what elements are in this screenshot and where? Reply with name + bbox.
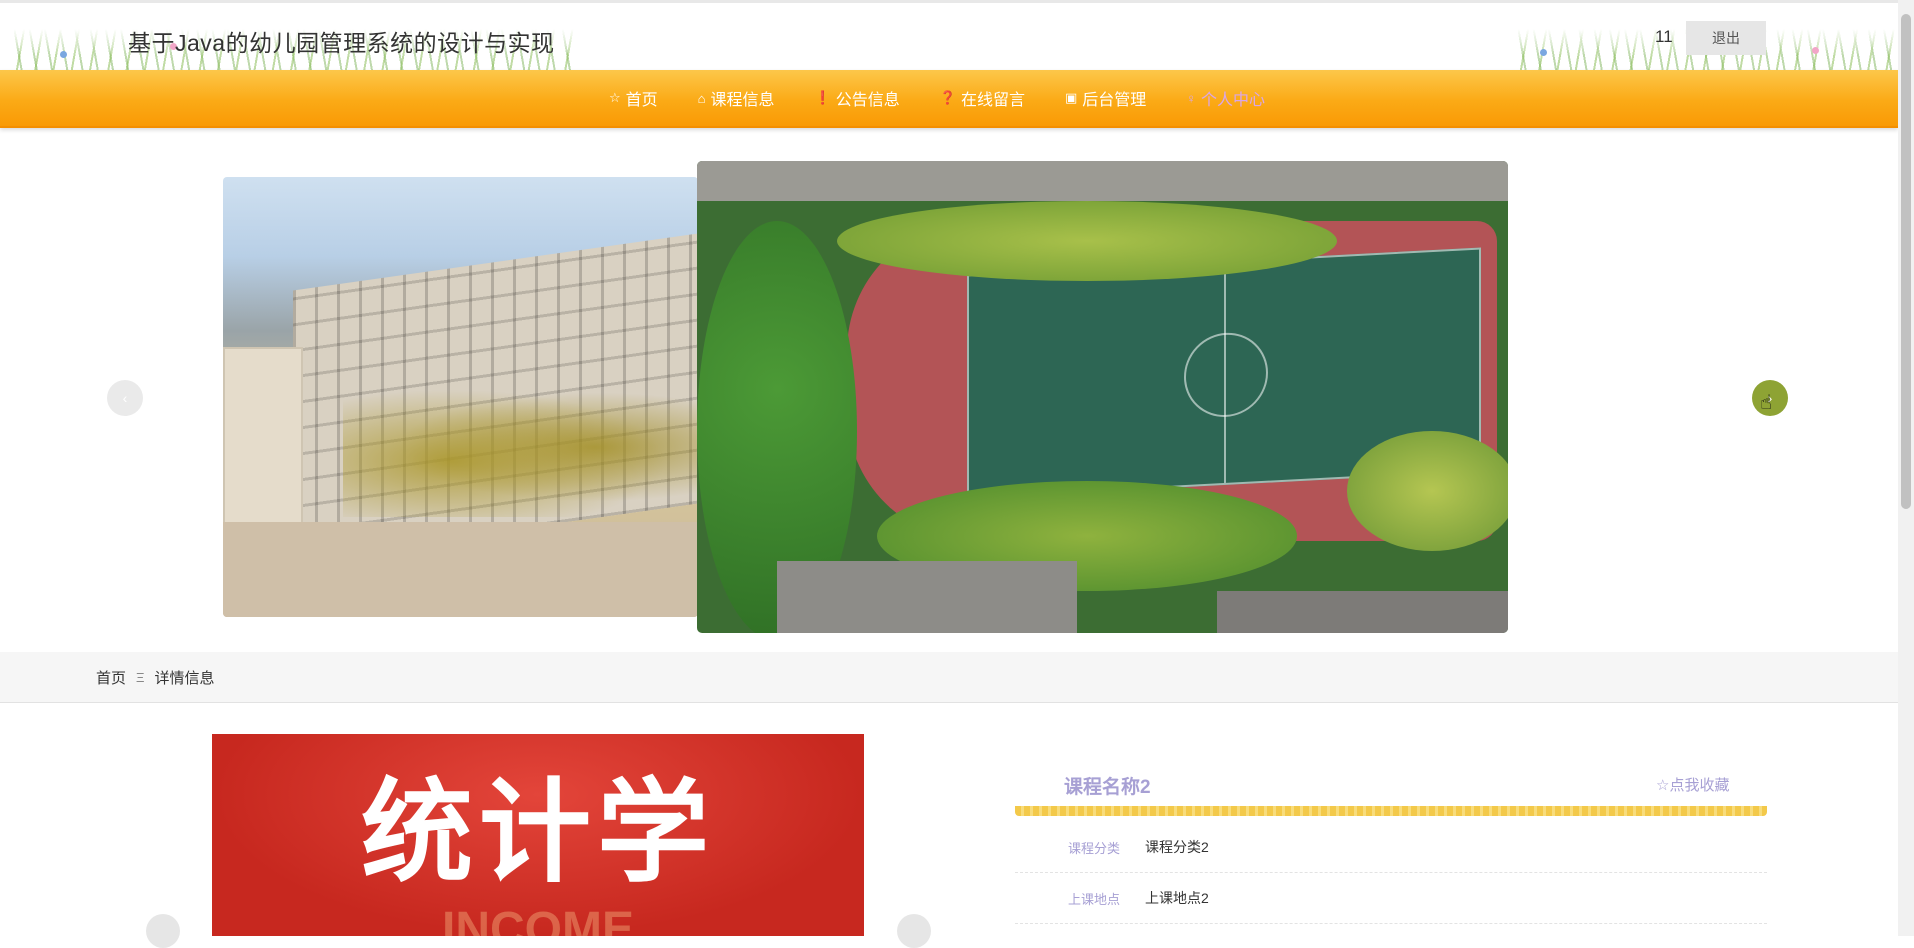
info-label: 上课地点 xyxy=(1068,892,1121,907)
info-row-category: 课程分类 课程分类2 xyxy=(1015,822,1767,873)
nav-item-0[interactable]: ☆ 首页 xyxy=(609,86,658,110)
course-name-heading: 课程名称2 xyxy=(1064,777,1151,798)
nav-items: ☆ 首页 ⌂ 课程信息 ❗ 公告信息 ❓ 在线留言 ▣ 后台管理 ♀ 个人中心 xyxy=(609,70,1305,126)
flower-decoration xyxy=(60,51,67,58)
nav-item-2[interactable]: ❗ 公告信息 xyxy=(815,86,900,110)
tree-shape xyxy=(1347,431,1508,551)
nav-item-1[interactable]: ⌂ 课程信息 xyxy=(698,86,775,110)
banner-carousel xyxy=(0,128,1898,743)
info-row-location: 上课地点 上课地点2 xyxy=(1015,873,1767,924)
star-icon: ☆ xyxy=(609,90,621,105)
site-title: 基于Java的幼儿园管理系统的设计与实现 xyxy=(128,30,555,56)
flower-decoration xyxy=(1540,49,1547,56)
breadcrumb: 首页 Ξ 详情信息 xyxy=(96,667,214,688)
briefcase-icon: ▣ xyxy=(1064,90,1078,105)
carousel-slide-campus-building[interactable] xyxy=(223,177,698,617)
image-next-arrow[interactable] xyxy=(897,914,931,948)
info-label: 课程分类 xyxy=(1068,841,1121,856)
favorite-button[interactable]: ☆点我收藏 xyxy=(1656,774,1729,795)
breadcrumb-bar: 首页 Ξ 详情信息 xyxy=(0,652,1898,703)
course-cover-image: 统计学 INCOME xyxy=(212,734,864,936)
rooftop-shape xyxy=(697,161,1508,201)
tree-shape xyxy=(343,377,698,517)
carousel-prev-arrow[interactable]: ‹ xyxy=(107,380,143,416)
carousel-indicators xyxy=(951,733,1015,743)
nav-item-label: 后台管理 xyxy=(1082,92,1147,109)
flower-decoration xyxy=(1812,47,1819,54)
carousel-slide-aerial-sports-field[interactable] xyxy=(697,161,1508,633)
question-icon: ❓ xyxy=(939,90,956,105)
info-value: 上课地点2 xyxy=(1145,890,1209,906)
scrollbar-thumb[interactable] xyxy=(1901,14,1911,509)
username-label: 11 xyxy=(1655,27,1673,46)
carousel-dot[interactable] xyxy=(971,733,995,743)
bag-icon: ⌂ xyxy=(697,90,706,106)
rooftop-shape xyxy=(777,561,1077,633)
carousel-dot[interactable] xyxy=(1001,733,1015,743)
nav-item-label: 个人中心 xyxy=(1201,92,1266,109)
rooftop-shape xyxy=(1217,591,1508,633)
info-icon: ❗ xyxy=(814,90,831,105)
breadcrumb-separator-icon: Ξ xyxy=(136,670,145,685)
logout-button[interactable]: 退出 xyxy=(1686,21,1766,55)
main-nav: ☆ 首页 ⌂ 课程信息 ❗ 公告信息 ❓ 在线留言 ▣ 后台管理 ♀ 个人中心 xyxy=(0,70,1898,128)
nav-item-label: 课程信息 xyxy=(710,92,775,109)
field-line xyxy=(1224,262,1226,483)
ground-shape xyxy=(223,522,698,617)
nav-item-4[interactable]: ▣ 后台管理 xyxy=(1065,86,1146,110)
breadcrumb-home-link[interactable]: 首页 xyxy=(96,667,126,688)
image-prev-arrow[interactable] xyxy=(146,914,180,948)
nav-item-label: 首页 xyxy=(625,92,658,109)
cover-title-text: 统计学 xyxy=(361,767,715,898)
nav-item-label: 在线留言 xyxy=(960,92,1025,109)
nav-item-5[interactable]: ♀ 个人中心 xyxy=(1186,86,1265,110)
user-icon: ♀ xyxy=(1186,90,1197,106)
hand-cursor-icon: ☝ xyxy=(1760,392,1773,414)
tree-shape xyxy=(837,201,1337,281)
decorative-rule xyxy=(1015,806,1767,816)
page-scrollbar[interactable] xyxy=(1898,0,1914,936)
building-shape xyxy=(223,347,303,537)
chevron-left-icon: ‹ xyxy=(122,390,128,406)
header: 基于Java的幼儿园管理系统的设计与实现 11 退出 xyxy=(0,0,1898,73)
nav-item-label: 公告信息 xyxy=(835,92,900,109)
nav-item-3[interactable]: ❓ 在线留言 xyxy=(940,86,1025,110)
carousel-dot[interactable] xyxy=(951,733,965,743)
info-value: 课程分类2 xyxy=(1145,839,1209,855)
cover-subtitle-text: INCOME xyxy=(442,903,634,936)
breadcrumb-current: 详情信息 xyxy=(154,670,215,687)
